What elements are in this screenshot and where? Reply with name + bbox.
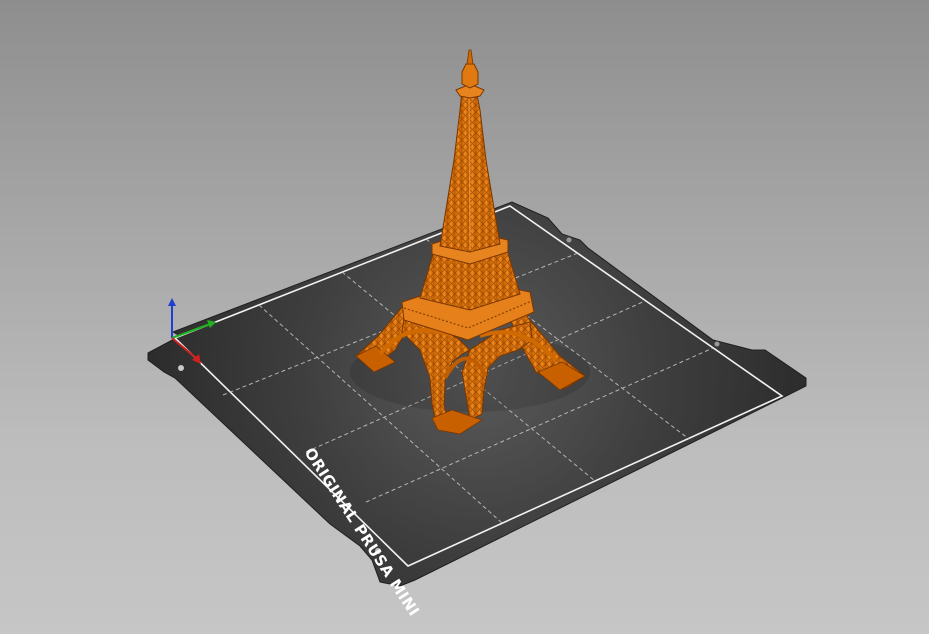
bed-hole [178,365,184,371]
tower-cupola [461,63,479,89]
bed-hole [566,237,572,243]
tower-shaft-edge [468,93,471,251]
z-axis-arrow [168,298,176,306]
3d-viewport[interactable]: ORIGINAL PRUSA MINI [0,0,929,634]
scene-canvas[interactable]: ORIGINAL PRUSA MINI [0,0,929,634]
tower-spire [466,49,474,65]
bed-hole [714,341,720,347]
